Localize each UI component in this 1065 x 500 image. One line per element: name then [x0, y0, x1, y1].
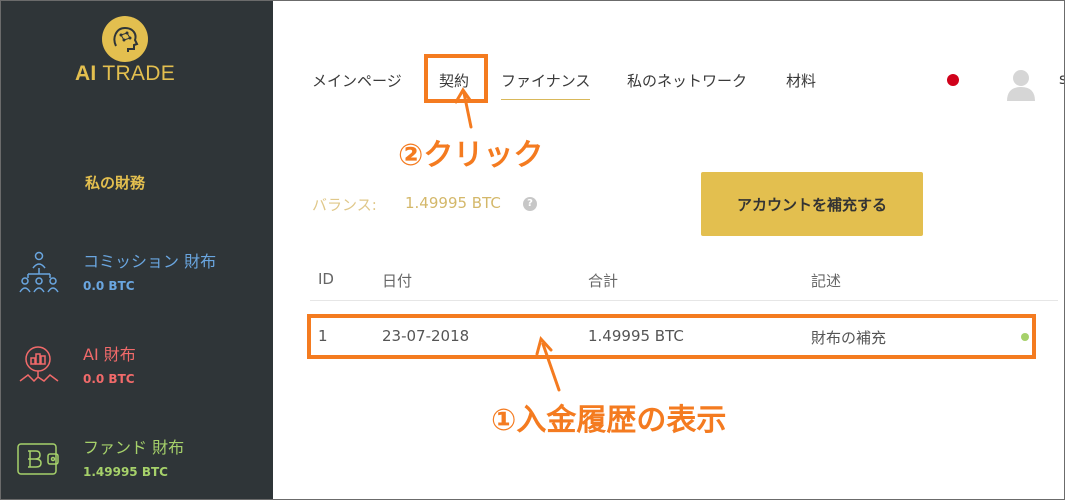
network-people-icon: [19, 251, 59, 293]
column-header-description: 記述: [811, 272, 842, 290]
highlight-box-contract: [424, 54, 488, 103]
column-header-amount: 合計: [588, 272, 619, 290]
highlight-box-row: [307, 314, 1036, 359]
sidebar-item-ai-wallet[interactable]: AI 財布 0.0 BTC: [0, 341, 273, 401]
column-header-date: 日付: [382, 272, 413, 290]
brand-name: AI TRADE: [0, 62, 250, 86]
sidebar-item-commission-wallet[interactable]: コミッション 財布 0.0 BTC: [0, 248, 273, 308]
wallet-balance: 1.49995 BTC: [83, 465, 168, 479]
column-header-id: ID: [318, 270, 334, 288]
sidebar-item-fund-wallet[interactable]: ファンド 財布 1.49995 BTC: [0, 434, 273, 494]
notification-dot[interactable]: [947, 74, 959, 86]
sidebar: AI TRADE 私の財務 コミッション 財布 0.0 BTC AI 財布 0.…: [0, 0, 273, 500]
table-header-divider: [310, 300, 1058, 301]
nav-main-page[interactable]: メインページ: [312, 70, 402, 91]
brand-name-rest: TRADE: [102, 62, 176, 85]
annotation-step-2: ②クリック: [398, 138, 544, 173]
ai-chart-icon: [19, 346, 59, 383]
nav-my-network[interactable]: 私のネットワーク: [627, 70, 747, 91]
annotation-step-1: ①入金履歴の表示: [491, 403, 727, 438]
user-avatar-icon[interactable]: [1004, 67, 1038, 103]
topup-account-button[interactable]: アカウントを補充する: [701, 172, 923, 236]
wallet-name: コミッション 財布: [83, 252, 217, 271]
wallet-balance: 0.0 BTC: [83, 372, 135, 386]
nav-finance[interactable]: ファイナンス: [501, 70, 591, 100]
brand-name-bold: AI: [74, 62, 97, 85]
wallet-balance: 0.0 BTC: [83, 279, 135, 293]
nav-materials[interactable]: 材料: [786, 70, 816, 91]
sidebar-section-title: 私の財務: [85, 174, 146, 192]
brain-circuit-icon[interactable]: [102, 16, 148, 62]
balance-label: バランス:: [312, 196, 377, 214]
wallet-name: AI 財布: [83, 345, 136, 364]
wallet-name: ファンド 財布: [83, 438, 185, 457]
bitcoin-wallet-icon: [17, 443, 59, 475]
help-icon[interactable]: ?: [523, 197, 537, 211]
user-name-cut: s: [1059, 70, 1065, 88]
balance-value: 1.49995 BTC: [405, 194, 501, 212]
